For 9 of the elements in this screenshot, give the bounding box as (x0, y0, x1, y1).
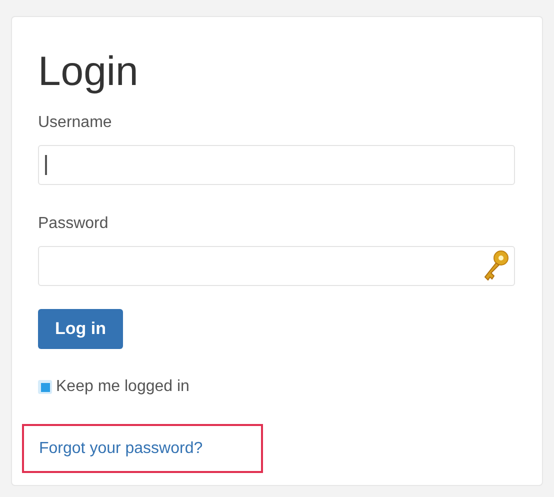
username-field[interactable] (38, 145, 515, 185)
page-title: Login (38, 47, 138, 95)
login-button[interactable]: Log in (38, 309, 123, 349)
checkbox[interactable] (38, 380, 52, 394)
checkbox-label: Keep me logged in (56, 377, 190, 397)
password-field[interactable] (38, 246, 515, 286)
field-label: Password (38, 214, 108, 234)
field-label: Username (38, 113, 112, 133)
forgot-password-link[interactable]: Forgot your password? (39, 436, 203, 460)
